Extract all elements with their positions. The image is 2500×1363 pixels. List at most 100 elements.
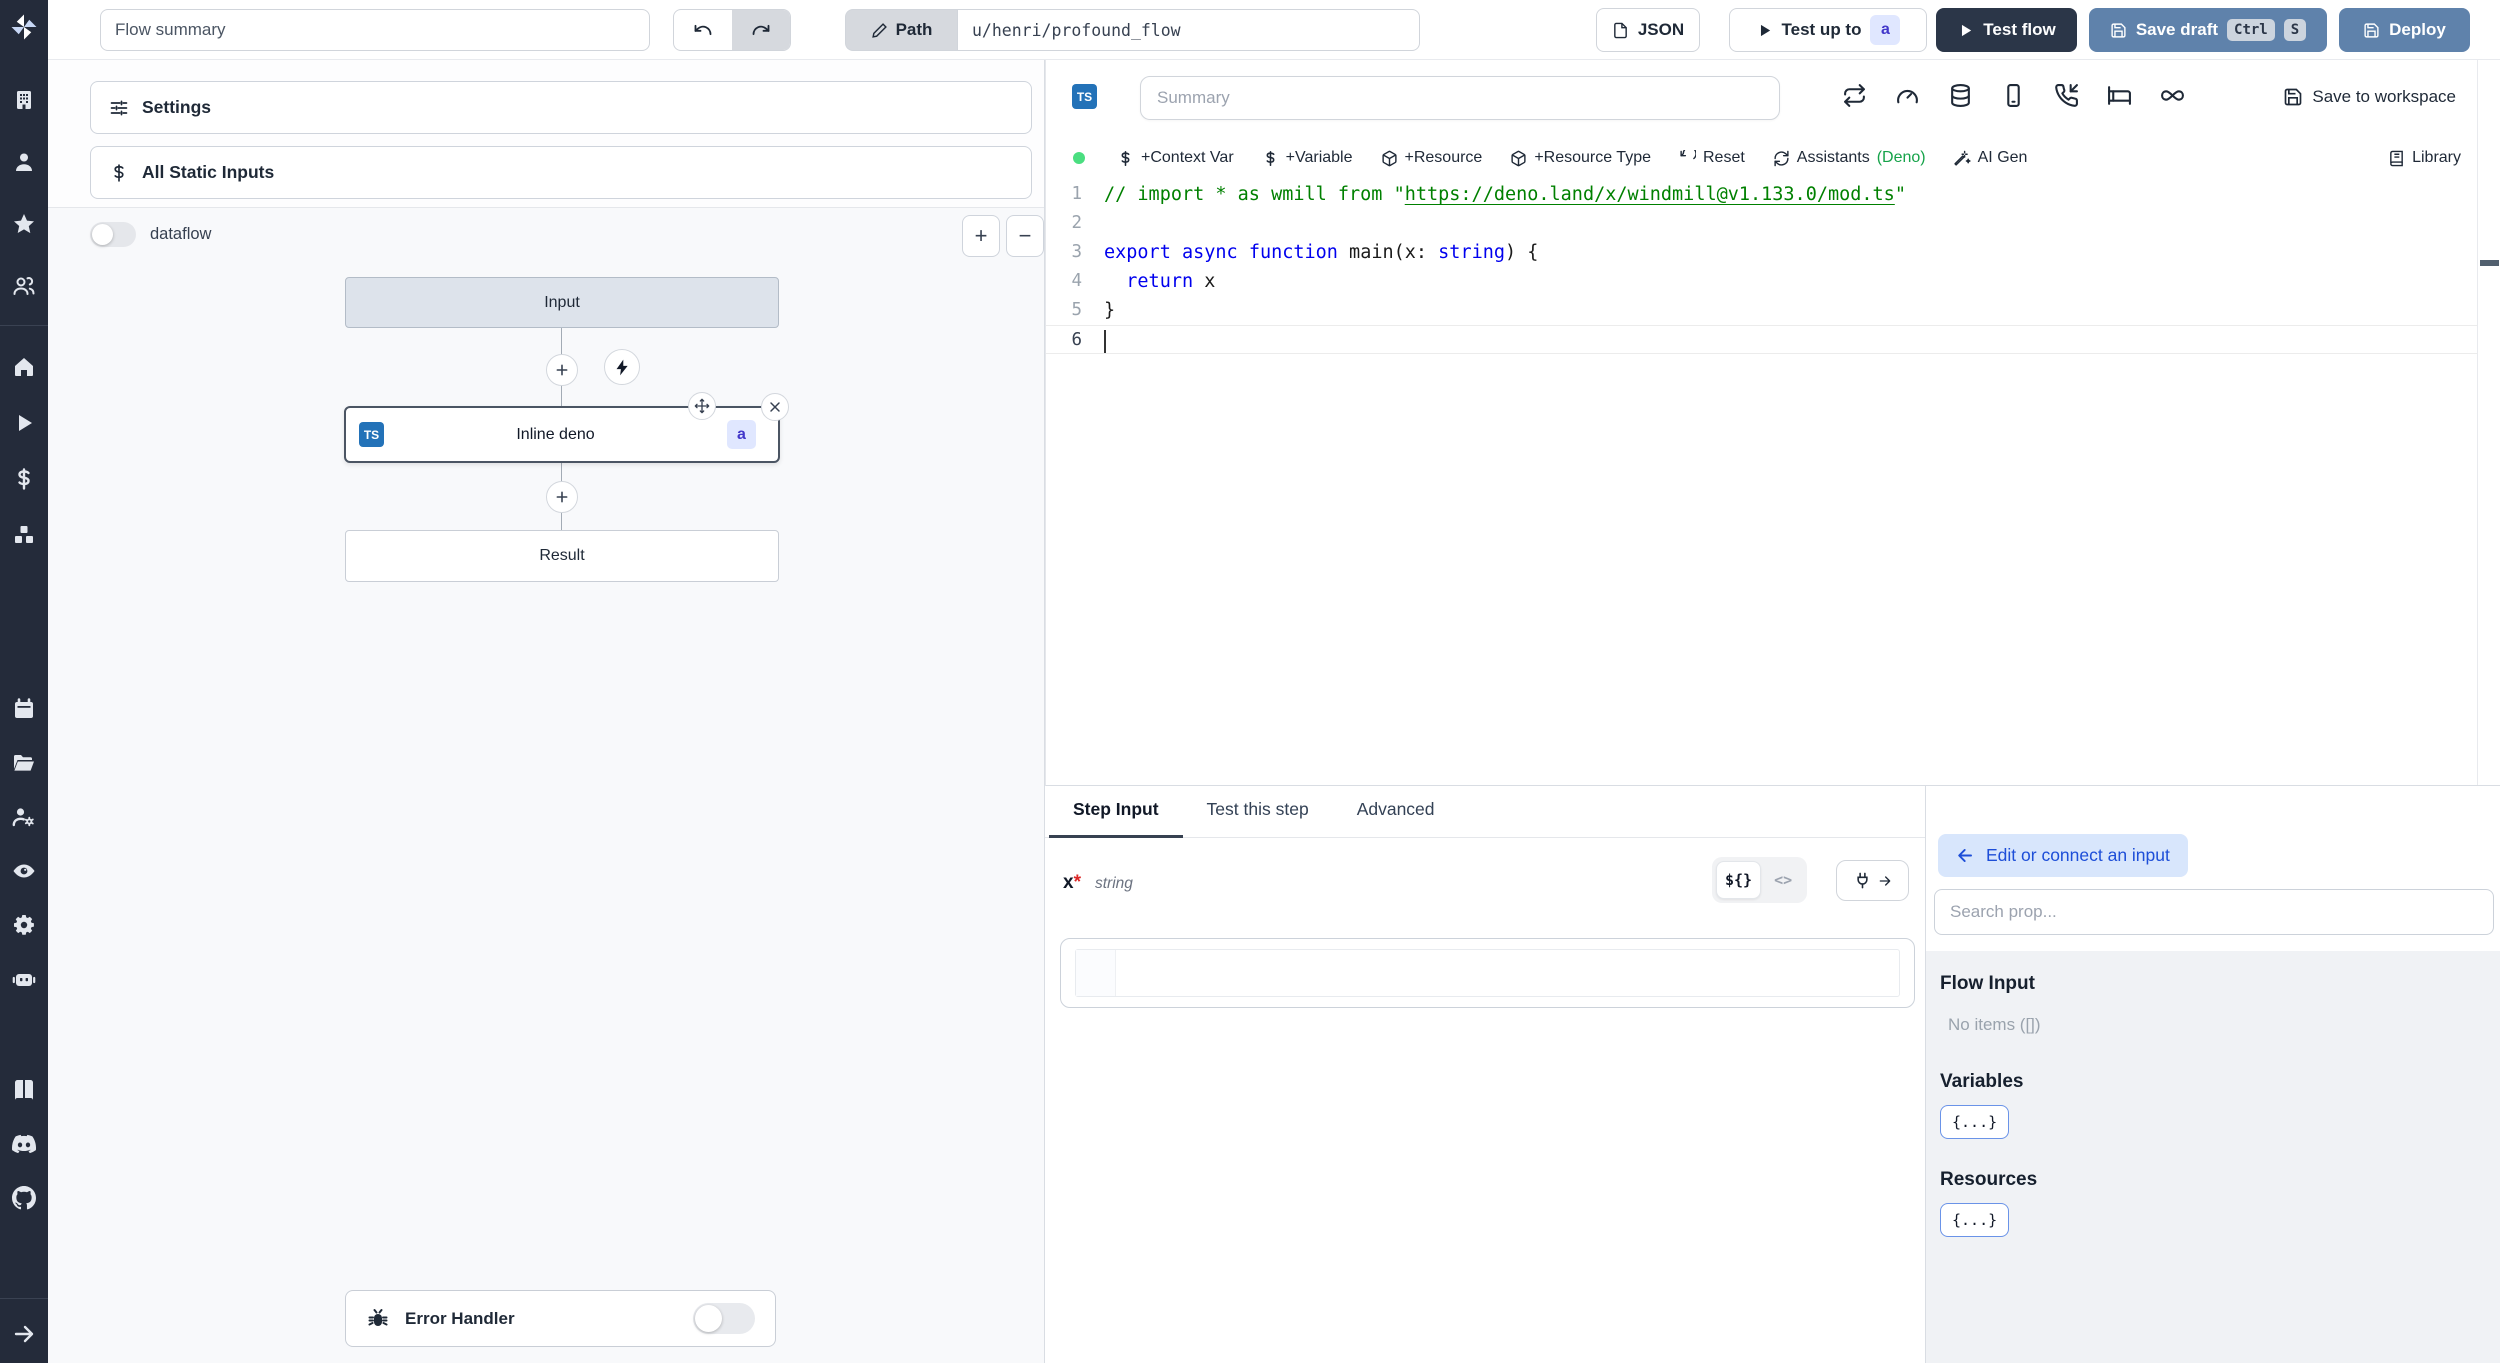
variables-object-chip[interactable]: {...}: [1940, 1105, 2010, 1139]
zoom-out-button[interactable]: −: [1006, 215, 1044, 257]
dollar-icon: [1266, 150, 1275, 166]
move-step-button[interactable]: [688, 392, 716, 420]
runs-play-icon[interactable]: [11, 410, 37, 436]
tab-step-input[interactable]: Step Input: [1049, 786, 1183, 838]
deploy-button[interactable]: Deploy: [2339, 8, 2470, 52]
ai-gen-button[interactable]: AI Gen: [1940, 149, 2042, 167]
folders-icon[interactable]: [11, 750, 37, 776]
reset-label: Reset: [1703, 149, 1745, 166]
library-button[interactable]: Library: [2374, 149, 2475, 167]
early-stop-gauge-icon[interactable]: [1895, 83, 1920, 108]
step-settings-icons: [1842, 83, 2185, 108]
retries-repeat-icon[interactable]: [1842, 83, 1867, 108]
docs-book-icon[interactable]: [11, 1077, 37, 1103]
arg-value-gutter: [1076, 950, 1116, 996]
schedules-calendar-icon[interactable]: [11, 696, 37, 722]
assistants-deno-suffix: (Deno): [1876, 149, 1926, 166]
search-prop-input[interactable]: [1934, 889, 2494, 935]
move-icon: [694, 398, 710, 414]
editor-overview-ruler[interactable]: [2477, 60, 2500, 785]
test-flow-button[interactable]: Test flow: [1936, 8, 2077, 52]
step-id-badge: a: [727, 420, 756, 449]
variables-dollar-icon[interactable]: [11, 466, 37, 492]
dataflow-toggle[interactable]: [90, 222, 136, 247]
edit-or-connect-button[interactable]: Edit or connect an input: [1938, 834, 2188, 877]
tab-advanced[interactable]: Advanced: [1333, 786, 1459, 838]
code-mode-button[interactable]: <>: [1763, 861, 1803, 899]
input-node[interactable]: Input: [345, 277, 779, 328]
user-icon[interactable]: [11, 149, 37, 175]
undo-button[interactable]: [674, 10, 732, 50]
arrow-right-icon: [1879, 875, 1890, 886]
add-trigger-bolt-button[interactable]: [604, 349, 640, 385]
delete-step-button[interactable]: [761, 393, 789, 421]
settings-gear-icon[interactable]: [11, 912, 37, 938]
add-variable-label: +Variable: [1285, 149, 1353, 166]
step-tabs: Step Input Test this step Advanced: [1045, 786, 1925, 838]
groups-users-cog-icon[interactable]: [11, 804, 37, 830]
step-node-label: Inline deno: [516, 425, 595, 443]
deploy-label: Deploy: [2389, 20, 2446, 39]
arg-value-editor[interactable]: [1075, 949, 1900, 997]
collapse-arrow-right-icon[interactable]: [11, 1321, 37, 1347]
edit-path-button[interactable]: Path: [845, 9, 957, 51]
zoom-in-button[interactable]: +: [962, 215, 1000, 257]
home-icon[interactable]: [11, 354, 37, 380]
test-up-to-step-badge[interactable]: a: [1870, 15, 1901, 45]
path-input[interactable]: [957, 9, 1420, 51]
flow-settings-label: Settings: [142, 97, 212, 117]
error-handler-toggle[interactable]: [693, 1303, 755, 1334]
add-step-button-bottom[interactable]: [546, 481, 578, 513]
wand-sparkles-icon: [1953, 150, 1971, 166]
error-handler-label: Error Handler: [405, 1308, 515, 1328]
assistants-button[interactable]: Assistants (Deno): [1759, 149, 1940, 167]
step-summary-input[interactable]: [1140, 76, 1780, 120]
step-node-inline-deno[interactable]: TS Inline deno a: [344, 406, 780, 463]
connect-input-plug-button[interactable]: [1836, 860, 1909, 901]
arg-value-input[interactable]: [1060, 938, 1915, 1008]
loop-infinity-icon[interactable]: [2160, 83, 2185, 108]
add-variable-button[interactable]: +Variable: [1248, 149, 1367, 167]
redo-button[interactable]: [732, 10, 790, 50]
dollar-icon: [114, 163, 124, 182]
test-up-to-button[interactable]: Test up to a: [1729, 8, 1927, 52]
workers-robot-icon[interactable]: [11, 966, 37, 992]
resources-boxes-icon[interactable]: [11, 522, 37, 548]
tab-test-this-step[interactable]: Test this step: [1183, 786, 1333, 838]
error-handler-node[interactable]: Error Handler: [345, 1290, 776, 1347]
add-resource-type-button[interactable]: +Resource Type: [1496, 149, 1665, 167]
all-static-inputs-button[interactable]: All Static Inputs: [90, 146, 1032, 199]
code-editor[interactable]: 1// import * as wmill from "https://deno…: [1046, 180, 2477, 785]
flow-summary-input[interactable]: [100, 9, 650, 51]
json-button[interactable]: JSON: [1596, 8, 1700, 52]
add-context-var-button[interactable]: +Context Var: [1103, 149, 1248, 167]
result-node[interactable]: Result: [345, 530, 779, 582]
pencil-icon: [871, 22, 887, 38]
flow-settings-button[interactable]: Settings: [90, 81, 1032, 134]
reset-button[interactable]: Reset: [1665, 149, 1759, 167]
windmill-logo-icon[interactable]: [9, 12, 39, 42]
save-draft-button[interactable]: Save draft Ctrl S: [2089, 8, 2327, 52]
sleep-bed-icon[interactable]: [2107, 83, 2132, 108]
save-to-workspace-button[interactable]: Save to workspace: [2283, 87, 2456, 107]
test-up-to-label: Test up to: [1781, 20, 1862, 39]
step-input-panel: Step Input Test this step Advanced x * st…: [1045, 786, 1926, 1363]
bug-icon: [368, 1308, 388, 1326]
cache-database-icon[interactable]: [1948, 83, 1973, 108]
workspace-building-icon[interactable]: [11, 87, 37, 113]
github-icon[interactable]: [11, 1185, 37, 1211]
path-label: Path: [895, 20, 933, 39]
add-step-button-top[interactable]: [546, 354, 578, 386]
users-group-icon[interactable]: [11, 273, 37, 299]
suspend-phone-incoming-icon[interactable]: [2054, 83, 2079, 108]
mock-smartphone-icon[interactable]: [2001, 83, 2026, 108]
resources-object-chip[interactable]: {...}: [1940, 1203, 2010, 1237]
audit-eye-icon[interactable]: [11, 858, 37, 884]
play-icon: [1962, 24, 1972, 36]
favorites-star-icon[interactable]: [11, 211, 37, 237]
discord-icon[interactable]: [11, 1131, 37, 1157]
add-resource-button[interactable]: +Resource: [1367, 149, 1497, 167]
template-mode-button[interactable]: ${}: [1716, 861, 1762, 899]
package-icon: [1381, 150, 1397, 166]
arg-header: x * string: [1063, 872, 1133, 894]
